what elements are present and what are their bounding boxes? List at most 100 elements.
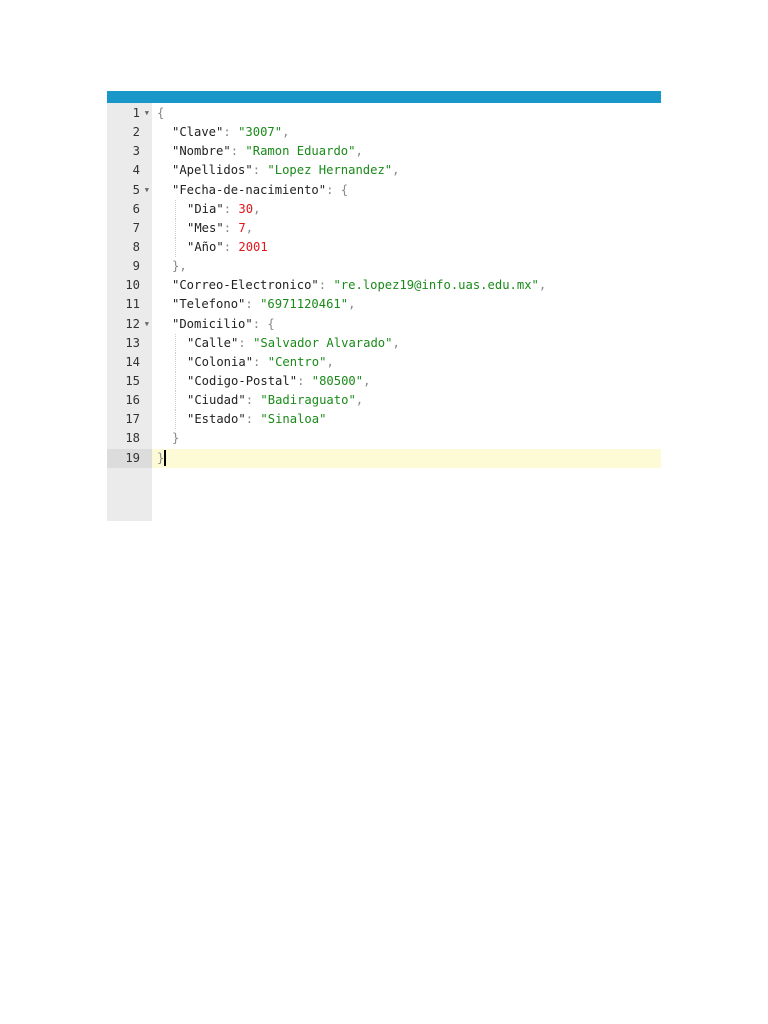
indent-guide xyxy=(175,391,176,411)
json-punctuation: : xyxy=(245,412,261,427)
line-content: "Calle": "Salvador Alvarado", xyxy=(187,334,400,353)
line-number-text: 2 xyxy=(132,125,140,140)
line-number-text: 15 xyxy=(125,373,140,388)
json-key: "Estado" xyxy=(187,412,246,427)
line-number: 18 xyxy=(107,429,152,448)
fold-toggle-icon[interactable]: ▼ xyxy=(145,181,149,200)
indent-guide xyxy=(175,218,176,238)
line-content: } xyxy=(172,429,179,448)
json-punctuation: : xyxy=(223,220,239,235)
json-punctuation: } xyxy=(157,450,165,465)
code-line[interactable]: 12 ▼ "Domicilio": { xyxy=(107,315,661,334)
code-line[interactable]: 4 "Apellidos": "Lopez Hernandez", xyxy=(107,161,661,180)
json-key: "Año" xyxy=(187,239,224,254)
line-number-text: 10 xyxy=(125,278,140,293)
line-number-text: 8 xyxy=(132,239,140,254)
code-line[interactable]: 6 "Dia": 30, xyxy=(107,199,661,219)
line-number-text: 13 xyxy=(125,335,140,350)
line-content: "Mes": 7, xyxy=(187,219,253,238)
line-number-text: 3 xyxy=(132,144,140,159)
code-line[interactable]: 13 "Calle": "Salvador Alvarado", xyxy=(107,333,661,353)
code-line[interactable]: 11 "Telefono": "6971120461", xyxy=(107,295,661,314)
text-cursor xyxy=(164,450,167,467)
line-number-text: 18 xyxy=(125,431,140,446)
line-content: "Clave": "3007", xyxy=(172,123,289,142)
code-line[interactable]: 8 "Año": 2001 xyxy=(107,237,661,258)
json-punctuation: , xyxy=(538,278,547,293)
json-string-value: "6971120461" xyxy=(260,297,349,312)
json-punctuation: , xyxy=(363,373,371,388)
editor-header-bar xyxy=(107,91,661,103)
code-line[interactable]: 1 ▼{ xyxy=(107,104,661,123)
json-punctuation: : xyxy=(230,144,246,159)
line-number-text: 11 xyxy=(125,297,140,312)
code-line[interactable]: 7 "Mes": 7, xyxy=(107,218,661,238)
line-content: "Apellidos": "Lopez Hernandez", xyxy=(172,161,400,180)
json-number-value: 2001 xyxy=(238,239,268,254)
line-number: 16 xyxy=(107,391,152,410)
code-line[interactable]: 5 ▼ "Fecha-de-nacimiento": { xyxy=(107,181,661,200)
code-line[interactable]: 17 "Estado": "Sinaloa" xyxy=(107,410,661,430)
line-number-text: 17 xyxy=(125,412,140,427)
code-line[interactable]: 9}, xyxy=(107,257,661,276)
json-punctuation: : xyxy=(252,163,268,178)
json-punctuation: : xyxy=(223,239,239,254)
json-string-value: "re.lopez19@info.uas.edu.mx" xyxy=(333,278,539,293)
line-number: 11 xyxy=(107,295,152,314)
indent-guide xyxy=(175,333,176,353)
json-key: "Dia" xyxy=(187,201,224,216)
line-number-text: 6 xyxy=(132,201,140,216)
code-line[interactable]: 10 "Correo-Electronico": "re.lopez19@info… xyxy=(107,276,661,295)
line-content: "Colonia": "Centro", xyxy=(187,353,334,372)
code-line[interactable]: 18} xyxy=(107,429,661,448)
line-number-text: 19 xyxy=(125,450,140,465)
line-content: "Ciudad": "Badiraguato", xyxy=(187,391,363,410)
json-punctuation: }, xyxy=(172,259,187,274)
line-content: { xyxy=(157,104,164,123)
indent-guide xyxy=(175,237,176,258)
json-key: "Calle" xyxy=(187,335,239,350)
line-number-text: 12 xyxy=(125,316,140,331)
json-key: "Fecha-de-nacimiento" xyxy=(172,182,327,197)
json-punctuation: : xyxy=(318,278,334,293)
line-number-text: 7 xyxy=(132,220,140,235)
code-line[interactable]: 15 "Codigo-Postal": "80500", xyxy=(107,371,661,392)
json-key: "Nombre" xyxy=(172,144,231,159)
line-number-text: 5 xyxy=(132,182,140,197)
code-line[interactable]: 2 "Clave": "3007", xyxy=(107,123,661,142)
line-number: 17 xyxy=(107,410,152,429)
line-number-text: 16 xyxy=(125,393,140,408)
json-number-value: 7 xyxy=(238,220,246,235)
code-line[interactable]: 14 "Colonia": "Centro", xyxy=(107,352,661,372)
fold-toggle-icon[interactable]: ▼ xyxy=(145,315,149,334)
line-content: "Nombre": "Ramon Eduardo", xyxy=(172,142,363,161)
json-key: "Domicilio" xyxy=(172,316,253,331)
line-number: 10 xyxy=(107,276,152,295)
indent-guide xyxy=(175,352,176,372)
indent-guide xyxy=(175,199,176,219)
code-line[interactable]: 3 "Nombre": "Ramon Eduardo", xyxy=(107,142,661,161)
line-number: 2 xyxy=(107,123,152,142)
line-content: "Estado": "Sinaloa" xyxy=(187,410,326,429)
code-area[interactable]: 1 ▼{2 "Clave": "3007", 3 "Nombre": "Ramon Ed… xyxy=(107,104,661,468)
fold-toggle-icon[interactable]: ▼ xyxy=(145,104,149,123)
line-content: "Año": 2001 xyxy=(187,238,268,257)
code-line[interactable]: 16 "Ciudad": "Badiraguato", xyxy=(107,391,661,411)
line-number: 13 xyxy=(107,334,152,353)
line-content: }, xyxy=(172,257,187,276)
json-key: "Colonia" xyxy=(187,354,254,369)
json-punctuation: , xyxy=(355,144,363,159)
json-editor[interactable]: 1 ▼{2 "Clave": "3007", 3 "Nombre": "Ramon Ed… xyxy=(107,91,661,521)
line-number-text: 4 xyxy=(132,163,140,178)
line-content: "Fecha-de-nacimiento": { xyxy=(172,181,348,200)
json-key: "Ciudad" xyxy=(187,393,246,408)
json-string-value: "Badiraguato" xyxy=(260,393,356,408)
json-punctuation: , xyxy=(348,297,356,312)
code-line[interactable]: 19} xyxy=(107,448,661,468)
json-punctuation: , xyxy=(392,335,400,350)
line-content: "Codigo-Postal": "80500", xyxy=(187,372,370,391)
json-punctuation: , xyxy=(326,354,334,369)
json-string-value: "Sinaloa" xyxy=(260,412,327,427)
line-number: 6 xyxy=(107,200,152,219)
json-key: "Correo-Electronico" xyxy=(172,278,319,293)
